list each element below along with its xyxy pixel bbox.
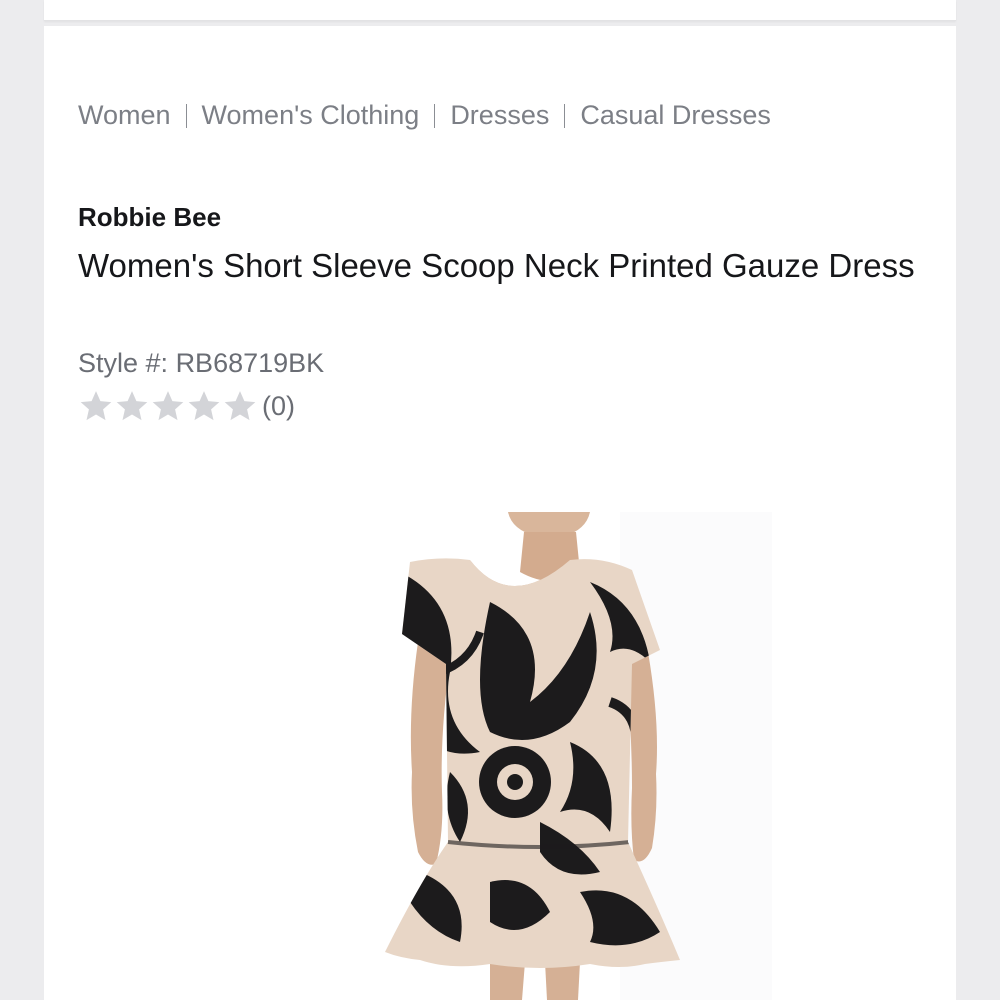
product-image[interactable] xyxy=(340,512,772,1000)
review-count: (0) xyxy=(262,390,295,421)
rating-stars xyxy=(78,389,258,423)
brand-name[interactable]: Robbie Bee xyxy=(78,202,221,233)
style-number: RB68719BK xyxy=(175,348,325,378)
breadcrumb-women[interactable]: Women xyxy=(78,100,171,131)
breadcrumb-separator xyxy=(564,103,566,128)
star-icon xyxy=(80,391,112,421)
header-bar xyxy=(44,0,956,21)
breadcrumb-casual-dresses[interactable]: Casual Dresses xyxy=(580,100,771,131)
star-icon xyxy=(188,391,220,421)
rating[interactable]: (0) xyxy=(78,388,295,424)
product-page: Women Women's Clothing Dresses Casual Dr… xyxy=(44,26,956,1000)
product-title: Women's Short Sleeve Scoop Neck Printed … xyxy=(78,247,915,284)
breadcrumb-dresses[interactable]: Dresses xyxy=(450,100,549,131)
breadcrumb-womens-clothing[interactable]: Women's Clothing xyxy=(202,100,420,131)
breadcrumb-separator xyxy=(185,103,187,128)
breadcrumb-separator xyxy=(434,103,436,128)
star-icon xyxy=(116,391,148,421)
dress-photo xyxy=(340,512,772,1000)
star-icon xyxy=(224,391,256,421)
star-icon xyxy=(152,391,184,421)
style-label: Style #: xyxy=(78,348,169,378)
breadcrumb: Women Women's Clothing Dresses Casual Dr… xyxy=(78,100,771,131)
style-number-row: Style #: RB68719BK xyxy=(78,348,324,379)
